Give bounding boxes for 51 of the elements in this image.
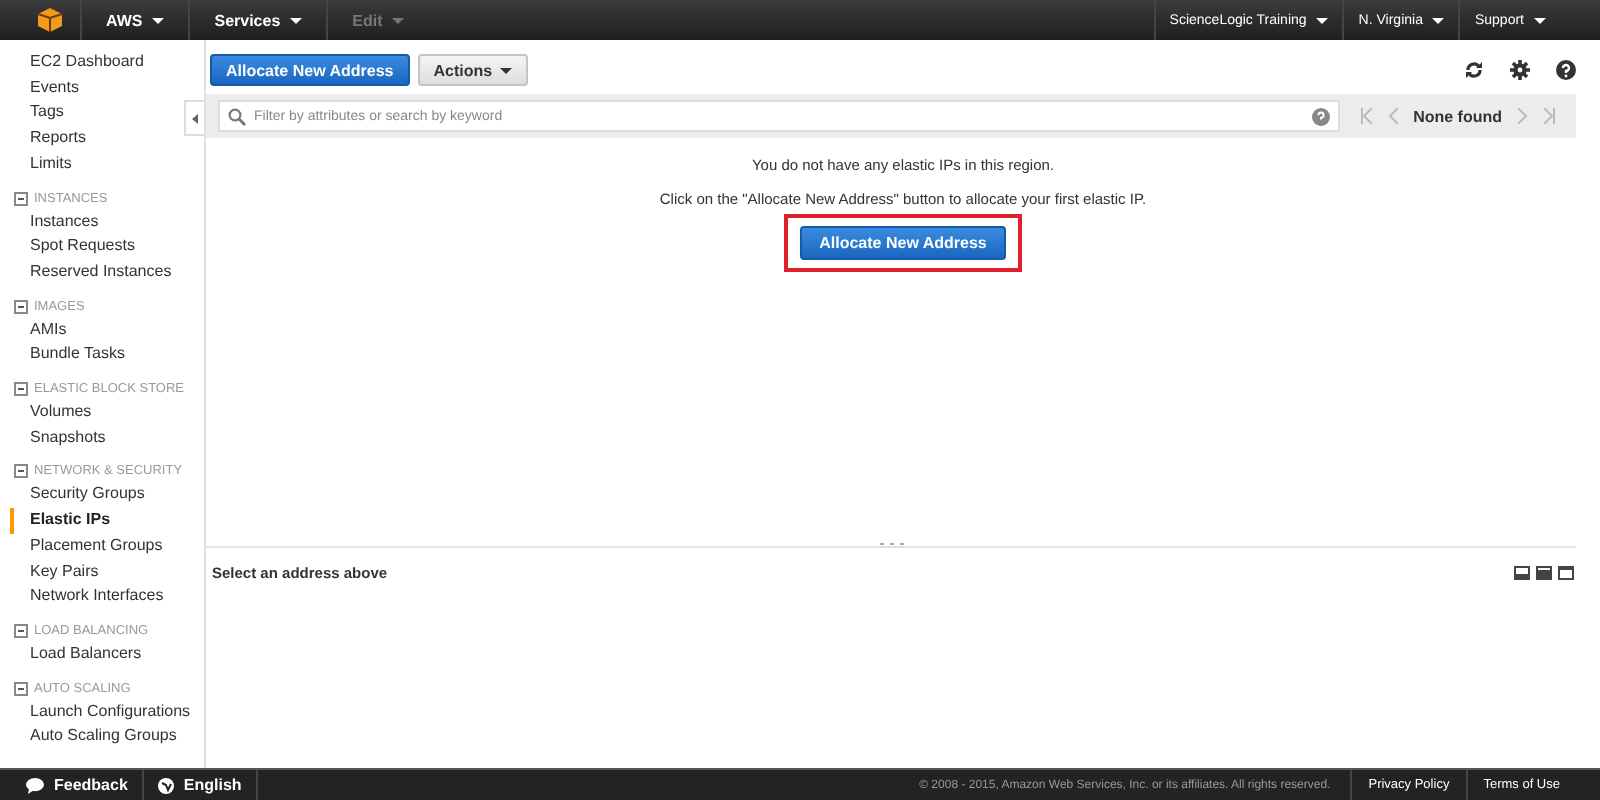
feedback-link[interactable]: Feedback xyxy=(12,770,144,800)
panel-layout-icon[interactable] xyxy=(1536,566,1552,580)
pagination-status: None found xyxy=(1413,107,1502,125)
caret-icon xyxy=(290,17,303,23)
left-arrow-icon xyxy=(192,113,198,123)
nav-link[interactable]: Security Groups xyxy=(10,482,184,509)
resize-handle-icon[interactable] xyxy=(879,542,903,546)
nav-link[interactable]: Load Balancers xyxy=(10,641,184,668)
nav-link[interactable]: Reports xyxy=(10,126,184,152)
refresh-icon[interactable] xyxy=(1464,60,1484,80)
nav-link[interactable]: Snapshots xyxy=(10,425,184,451)
nav-link[interactable]: Key Pairs xyxy=(10,559,184,585)
nav-link[interactable]: Placement Groups xyxy=(10,533,184,560)
nav-link[interactable]: Auto Scaling Groups xyxy=(10,724,184,751)
collapse-icon[interactable] xyxy=(14,681,28,696)
nav-link[interactable]: Reserved Instances xyxy=(10,259,184,286)
collapse-icon[interactable] xyxy=(14,299,28,314)
nav-link[interactable]: Events xyxy=(10,75,184,101)
nav-link[interactable]: Instances xyxy=(10,209,184,235)
collapse-icon[interactable] xyxy=(14,623,28,638)
nav-link[interactable]: Spot Requests xyxy=(10,234,184,260)
caret-icon xyxy=(500,67,513,73)
language-selector[interactable]: English xyxy=(143,770,258,800)
caret-icon xyxy=(1432,17,1445,23)
speech-bubble-icon xyxy=(26,777,44,793)
allocate-button[interactable]: Allocate New Address xyxy=(210,54,410,86)
collapse-icon[interactable] xyxy=(14,191,28,206)
globe-icon xyxy=(157,777,174,793)
nav-link[interactable]: Network Interfaces xyxy=(10,584,184,610)
collapse-icon[interactable] xyxy=(14,464,28,479)
nav-link[interactable]: Bundle Tasks xyxy=(10,342,184,369)
panel-layout-icon[interactable] xyxy=(1558,566,1574,580)
help-icon[interactable] xyxy=(1556,60,1576,80)
nav-link[interactable]: Elastic IPs xyxy=(10,508,184,534)
nav-link[interactable]: Volumes xyxy=(10,400,184,426)
panel-layout-icon[interactable] xyxy=(1514,566,1530,580)
settings-icon[interactable] xyxy=(1510,60,1530,80)
actions-button[interactable]: Actions xyxy=(417,54,529,86)
nav-link[interactable]: Tags xyxy=(10,100,184,127)
caret-icon xyxy=(392,17,405,23)
caret-icon xyxy=(1316,17,1329,23)
nav-link[interactable]: EC2 Dashboard xyxy=(10,50,184,76)
collapse-sidebar-button[interactable] xyxy=(184,100,204,136)
nav-link[interactable]: AMIs xyxy=(10,317,184,343)
cube-logo-icon[interactable] xyxy=(36,6,64,34)
nav-menu[interactable]: AWS xyxy=(80,0,189,40)
caret-icon xyxy=(152,17,165,23)
nav-link[interactable]: Limits xyxy=(10,151,184,178)
caret-icon xyxy=(1534,17,1546,23)
allocate-button[interactable]: Allocate New Address xyxy=(799,226,1007,260)
collapse-icon[interactable] xyxy=(14,382,28,397)
